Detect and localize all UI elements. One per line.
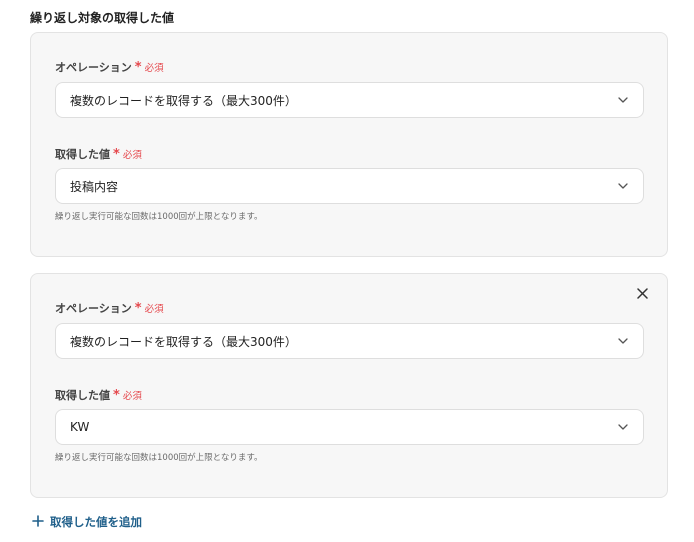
required-text: 必須 (144, 304, 164, 315)
required-asterisk: * (113, 146, 120, 162)
value-select-value: KW (70, 420, 90, 434)
value-select-value: 投稿内容 (70, 179, 119, 194)
value-label: 取得した値 * 必須 (55, 146, 142, 162)
operation-label-text: オペレーション (55, 61, 132, 74)
operation-select-value: 複数のレコードを取得する（最大300件） (70, 93, 297, 108)
chevron-down-icon (617, 94, 629, 106)
value-label-text: 取得した値 (55, 389, 110, 402)
close-button[interactable] (633, 284, 651, 302)
operation-select[interactable]: 複数のレコードを取得する（最大300件） (55, 82, 644, 118)
required-text: 必須 (122, 150, 142, 161)
required-asterisk: * (134, 59, 142, 75)
help-text: 繰り返し実行可能な回数は1000回が上限となります。 (55, 212, 263, 222)
chevron-down-icon (617, 421, 629, 433)
value-select[interactable]: 投稿内容 (55, 168, 644, 204)
value-select[interactable]: KW (55, 409, 644, 445)
repeat-target-card: オペレーション * 必須 複数のレコードを取得する（最大300件） 取得した値 … (30, 32, 668, 257)
required-text: 必須 (144, 63, 164, 74)
operation-select[interactable]: 複数のレコードを取得する（最大300件） (55, 323, 644, 359)
plus-icon (32, 514, 44, 530)
add-value-label: 取得した値を追加 (50, 515, 142, 529)
operation-label: オペレーション * 必須 (55, 300, 164, 316)
close-icon (636, 284, 648, 303)
required-text: 必須 (122, 391, 142, 402)
value-label: 取得した値 * 必須 (55, 387, 142, 403)
operation-label: オペレーション * 必須 (55, 59, 164, 75)
value-label-text: 取得した値 (55, 148, 110, 161)
repeat-target-card: オペレーション * 必須 複数のレコードを取得する（最大300件） 取得した値 … (30, 273, 668, 498)
help-text: 繰り返し実行可能な回数は1000回が上限となります。 (55, 453, 263, 463)
required-asterisk: * (134, 300, 142, 316)
required-asterisk: * (113, 387, 120, 403)
section-title: 繰り返し対象の取得した値 (30, 11, 175, 25)
chevron-down-icon (617, 180, 629, 192)
add-value-button[interactable]: 取得した値を追加 (32, 514, 142, 530)
operation-select-value: 複数のレコードを取得する（最大300件） (70, 334, 297, 349)
operation-label-text: オペレーション (55, 302, 132, 315)
chevron-down-icon (617, 335, 629, 347)
